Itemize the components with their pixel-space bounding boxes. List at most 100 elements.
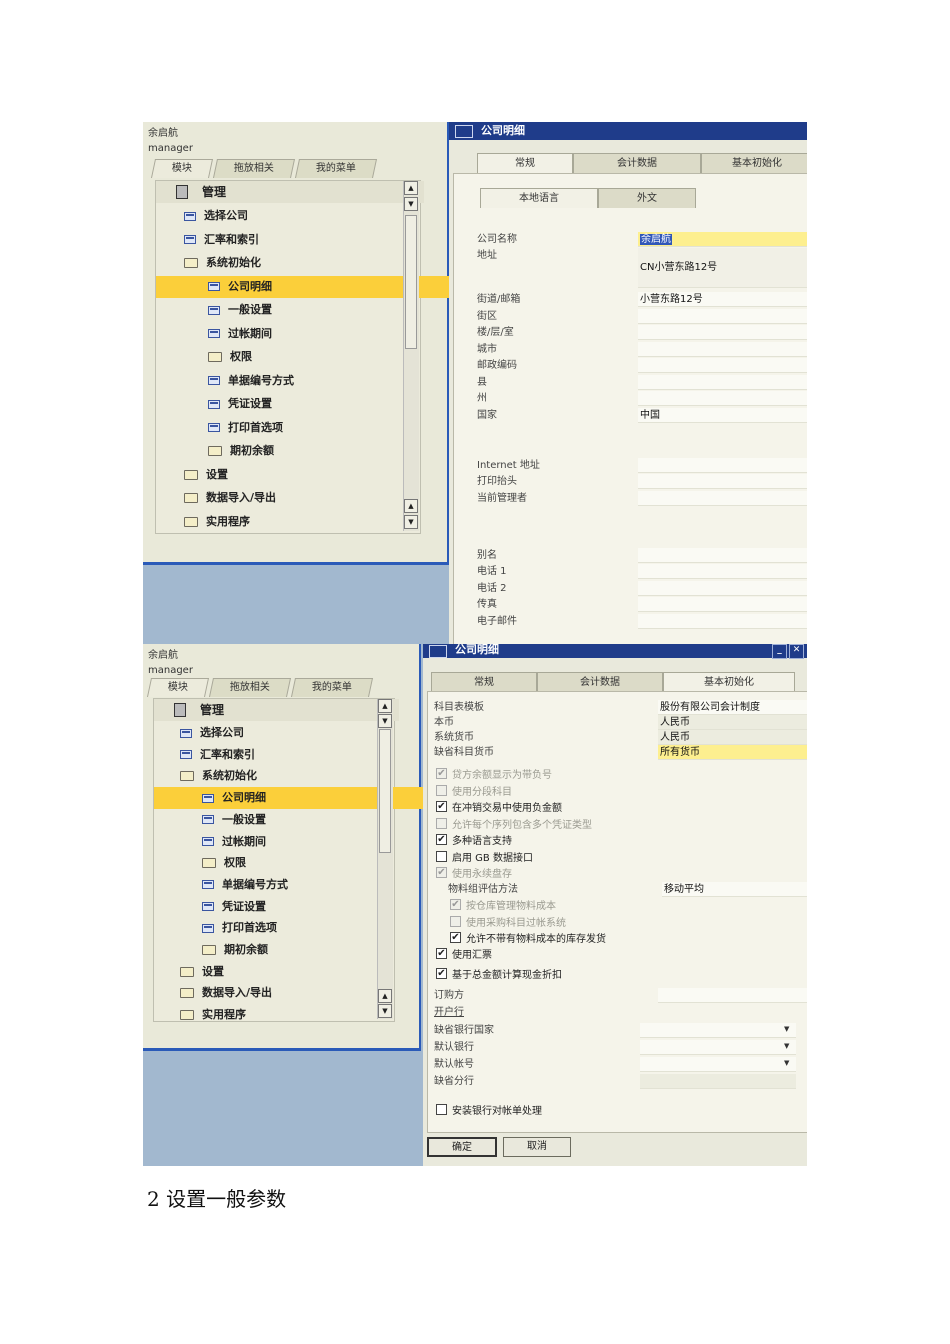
field-input[interactable]: 小营东路12号	[638, 292, 807, 307]
tab-my-menu[interactable]: 我的菜单	[294, 159, 378, 178]
valuation-select[interactable]: 移动平均	[662, 882, 807, 897]
checkbox-label: 使用分段科目	[452, 786, 512, 798]
scroll-up-icon[interactable]: ▲	[404, 181, 418, 195]
tree-item[interactable]: 选择公司	[154, 722, 405, 744]
general-content: 本地语言 外文 公司名称 余启航 地址 CN小营东路12号 街道/邮箱 小营东路12号 街区…	[453, 173, 807, 644]
tree-item[interactable]: 系统初始化	[156, 252, 432, 274]
field-input[interactable]	[638, 491, 807, 506]
field-input[interactable]	[638, 581, 807, 596]
tab-local-language[interactable]: 本地语言	[480, 188, 598, 208]
chevron-down-icon[interactable]: ▼	[784, 1025, 789, 1033]
field-input[interactable]: 所有货币	[658, 745, 807, 760]
tab-modules[interactable]: 模块	[150, 159, 214, 178]
field-input[interactable]	[638, 458, 807, 473]
checkbox[interactable]: ✔ 在冲销交易中使用负金额	[436, 799, 562, 814]
tab-drag-relate[interactable]: 拖放相关	[208, 678, 292, 697]
field-input[interactable]	[638, 375, 807, 390]
checkbox-label: 安装银行对帐单处理	[452, 1106, 542, 1117]
field-input[interactable]	[638, 614, 807, 629]
field-input[interactable]	[638, 474, 807, 489]
tab-my-menu[interactable]: 我的菜单	[290, 678, 374, 697]
checkbox[interactable]: 安装银行对帐单处理	[436, 1102, 542, 1117]
chevron-down-icon[interactable]: ▼	[784, 1042, 789, 1050]
tree-item[interactable]: 汇率和索引	[154, 744, 405, 766]
scroll-down-icon[interactable]: ▼	[404, 197, 418, 211]
checkbox[interactable]: 启用 GB 数据接口	[436, 849, 533, 864]
field-input[interactable]	[638, 309, 807, 324]
tree-item[interactable]: 数据导入/导出	[156, 487, 432, 509]
scroll-down-icon[interactable]: ▼	[404, 515, 418, 529]
tree-item[interactable]: 设置	[154, 961, 405, 983]
field-input[interactable]: 余启航	[638, 232, 807, 247]
tab-basic-init[interactable]: 基本初始化	[663, 672, 795, 692]
checkbox[interactable]: ✔ 使用汇票	[436, 946, 492, 961]
order-party-input[interactable]	[658, 988, 807, 1003]
field-input[interactable]: 股份有限公司会计制度	[658, 700, 807, 715]
dropdown[interactable]	[640, 1023, 796, 1038]
bank-link[interactable]: 开户行	[434, 1005, 464, 1020]
scroll-down-icon[interactable]: ▼	[378, 714, 392, 728]
tree-item[interactable]: 实用程序	[156, 511, 432, 533]
tree-scrollbar[interactable]: ▲ ▼ ▲ ▼	[403, 181, 419, 531]
checkbox[interactable]: ✔ 允许不带有物料成本的库存发货	[450, 930, 606, 945]
checkmark-icon[interactable]: ✔	[450, 932, 461, 943]
checkbox[interactable]: ✔ 基于总金额计算现金折扣	[436, 966, 562, 981]
tree-item[interactable]: 设置	[156, 464, 432, 486]
field-input[interactable]	[638, 342, 807, 357]
checkbox: 使用采购科目过帐系统	[450, 914, 566, 929]
checkbox-box[interactable]	[436, 1104, 447, 1115]
tab-drag-relate[interactable]: 拖放相关	[212, 159, 296, 178]
tree-item[interactable]: 数据导入/导出	[154, 982, 405, 1004]
field-input[interactable]: 中国	[638, 408, 807, 423]
ok-button[interactable]: 确定	[427, 1137, 497, 1157]
checkmark-icon[interactable]: ✔	[436, 968, 447, 979]
scroll-thumb[interactable]	[405, 215, 417, 349]
scroll-down-icon[interactable]: ▼	[378, 1004, 392, 1018]
tab-general[interactable]: 常规	[477, 153, 573, 173]
checkmark-icon[interactable]: ✔	[436, 801, 447, 812]
field-input[interactable]	[638, 548, 807, 563]
navigator-tabs: 模块 拖放相关 我的菜单	[150, 159, 379, 178]
chevron-down-icon[interactable]: ▼	[784, 1059, 789, 1067]
field-input[interactable]: 人民币	[658, 715, 807, 730]
checkbox-box[interactable]	[436, 850, 447, 862]
scroll-thumb[interactable]	[379, 729, 391, 853]
field-input[interactable]	[638, 597, 807, 612]
tab-general[interactable]: 常规	[431, 672, 537, 692]
window-icon	[202, 837, 214, 846]
field-label: 县	[477, 377, 487, 388]
tab-modules[interactable]: 模块	[146, 678, 210, 697]
scroll-up-icon[interactable]: ▲	[378, 699, 392, 713]
tree-root-admin[interactable]: 管理	[154, 699, 399, 721]
scroll-up-icon[interactable]: ▲	[378, 989, 392, 1003]
tree-scrollbar[interactable]: ▲ ▼ ▲ ▼	[377, 699, 393, 1019]
field-input[interactable]	[638, 564, 807, 579]
tree-item[interactable]: 实用程序	[154, 1004, 405, 1026]
field-input[interactable]: 人民币	[658, 730, 807, 745]
dropdown[interactable]	[640, 1040, 796, 1055]
tree-item[interactable]: 汇率和索引	[156, 229, 432, 251]
tab-basic-init[interactable]: 基本初始化	[701, 153, 807, 173]
field-input[interactable]	[638, 358, 807, 373]
tree-root-admin[interactable]: 管理	[156, 181, 424, 203]
tab-accounting-data[interactable]: 会计数据	[537, 672, 663, 692]
scroll-up-icon[interactable]: ▲	[404, 499, 418, 513]
field-input[interactable]	[638, 325, 807, 340]
checkbox-box	[436, 784, 447, 796]
checkmark-icon[interactable]: ✔	[436, 948, 447, 959]
folder-icon	[202, 858, 216, 869]
tree-item[interactable]: 选择公司	[156, 205, 432, 227]
minimize-icon[interactable]: _	[772, 644, 787, 659]
cancel-button[interactable]: 取消	[503, 1137, 571, 1157]
dropdown[interactable]	[640, 1057, 796, 1072]
checkbox[interactable]: ✔ 多种语言支持	[436, 832, 512, 847]
tab-foreign-language[interactable]: 外文	[598, 188, 696, 208]
checkmark-icon[interactable]: ✔	[436, 834, 447, 845]
field-input[interactable]	[638, 391, 807, 406]
close-icon[interactable]: ✕	[789, 644, 804, 659]
tree-item-label: 期初余额	[224, 943, 268, 956]
tab-accounting-data[interactable]: 会计数据	[573, 153, 701, 173]
window-icon	[208, 305, 220, 315]
tree-item[interactable]: 系统初始化	[154, 765, 405, 787]
field-input[interactable]: CN小营东路12号	[638, 248, 807, 288]
